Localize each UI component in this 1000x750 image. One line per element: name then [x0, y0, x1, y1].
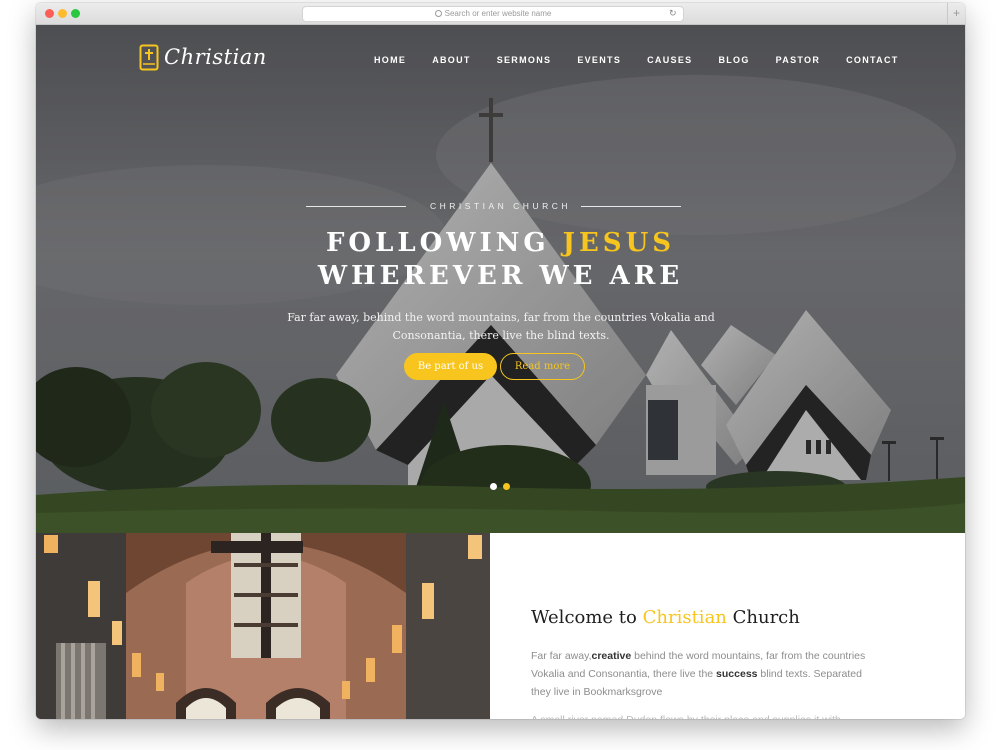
main-nav: HOME ABOUT SERMONS EVENTS CAUSES BLOG PA…: [374, 55, 925, 65]
address-placeholder: Search or enter website name: [444, 9, 552, 18]
hero-title-line1: FOLLOWING JESUS: [36, 228, 965, 258]
nav-causes[interactable]: CAUSES: [647, 55, 692, 65]
welcome-title-part: Welcome to: [531, 607, 643, 628]
welcome-paragraph: Far far away,creative behind the word mo…: [531, 647, 881, 701]
hero-lead: Far far away, behind the word mountains,…: [287, 311, 715, 342]
browser-titlebar: Search or enter website name ↻ +: [36, 3, 965, 25]
welcome-title-part: Church: [726, 607, 800, 628]
address-bar[interactable]: Search or enter website name: [302, 6, 684, 22]
nav-about[interactable]: ABOUT: [432, 55, 471, 65]
close-window-button[interactable]: [45, 9, 54, 18]
church-interior-photo: [36, 533, 490, 719]
slide-dot-2-active[interactable]: [503, 483, 510, 490]
nav-home[interactable]: HOME: [374, 55, 406, 65]
slide-dot-1[interactable]: [490, 483, 497, 490]
welcome-paragraph-2: A small river named Duden flows by their…: [531, 711, 881, 719]
nav-contact[interactable]: CONTACT: [846, 55, 898, 65]
nav-pastor[interactable]: PASTOR: [776, 55, 820, 65]
welcome-text-bold: success: [716, 668, 758, 680]
read-more-button[interactable]: Read more: [500, 353, 585, 380]
site-logo[interactable]: Christian: [139, 42, 267, 72]
kicker-rule-right: [581, 206, 681, 207]
interior-illustration: [36, 533, 490, 719]
welcome-title-highlight: Christian: [642, 607, 727, 628]
logo-text: Christian: [164, 45, 267, 69]
minimize-window-button[interactable]: [58, 9, 67, 18]
browser-window: Search or enter website name ↻ + Christi…: [36, 3, 965, 719]
hero-kicker: CHRISTIAN CHURCH: [430, 201, 571, 211]
zoom-window-button[interactable]: [71, 9, 80, 18]
hero-section: Christian HOME ABOUT SERMONS EVENTS CAUS…: [36, 25, 965, 533]
be-part-of-us-button[interactable]: Be part of us: [404, 353, 497, 380]
welcome-text-bold: creative: [591, 650, 632, 662]
welcome-title: Welcome to Christian Church: [531, 607, 800, 628]
search-icon: [434, 10, 442, 17]
hero-title-highlight: JESUS: [562, 228, 676, 258]
welcome-text-part: Far far away,: [531, 650, 592, 662]
new-tab-button[interactable]: +: [947, 3, 965, 24]
welcome-section: Welcome to Christian Church Far far away…: [490, 533, 965, 719]
nav-sermons[interactable]: SERMONS: [497, 55, 552, 65]
nav-events[interactable]: EVENTS: [577, 55, 621, 65]
reload-icon[interactable]: ↻: [669, 8, 677, 19]
bible-icon: [139, 44, 159, 70]
hero-title-part: FOLLOWING: [325, 228, 563, 258]
hero-title-line2: WHEREVER WE ARE: [317, 261, 684, 291]
nav-blog[interactable]: BLOG: [718, 55, 749, 65]
